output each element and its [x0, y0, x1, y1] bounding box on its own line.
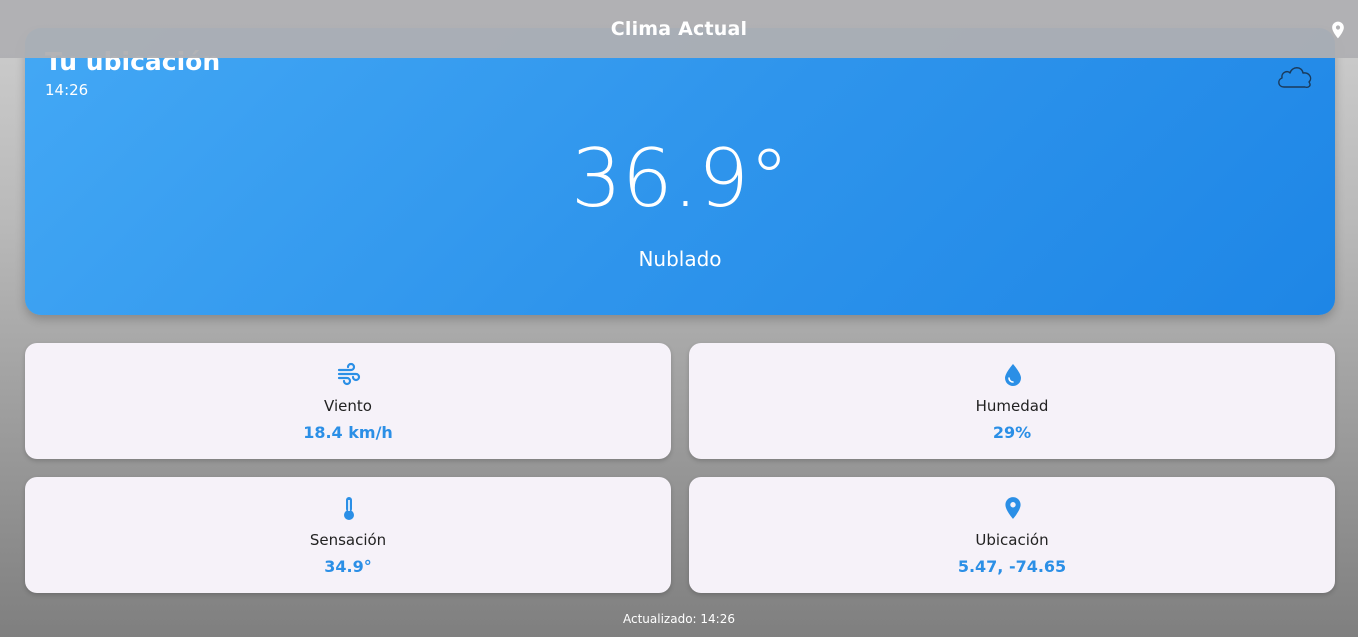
humidity-label: Humedad	[975, 397, 1049, 415]
cloud-icon	[1278, 67, 1312, 88]
thermometer-icon	[344, 497, 354, 520]
wind-label: Viento	[324, 397, 372, 415]
current-time: 14:26	[45, 81, 89, 99]
wind-card: Viento 18.4 km/h	[25, 343, 671, 459]
location-pin-icon	[1005, 497, 1021, 519]
last-updated: Actualizado: 14:26	[623, 612, 735, 626]
coordinates-value: 5.47, -74.65	[957, 557, 1067, 576]
feels-like-value: 34.9°	[324, 557, 372, 576]
feels-like-label: Sensación	[309, 531, 387, 549]
weather-condition: Nublado	[638, 247, 722, 271]
coordinates-card: Ubicación 5.47, -74.65	[689, 477, 1335, 593]
coordinates-label: Ubicación	[975, 531, 1049, 549]
current-weather-card: Tu ubicación 14:26 36.9° Nublado	[25, 28, 1335, 315]
humidity-card: Humedad 29%	[689, 343, 1335, 459]
wind-value: 18.4 km/h	[303, 423, 393, 442]
water-drop-icon	[1005, 364, 1021, 386]
app-title: Clima Actual	[610, 18, 748, 40]
wind-icon	[337, 362, 361, 386]
location-pin-icon[interactable]	[1328, 19, 1348, 41]
feels-like-card: Sensación 34.9°	[25, 477, 671, 593]
temperature-value: 36.9°	[570, 132, 790, 225]
humidity-value: 29%	[992, 423, 1032, 442]
app-bar: Clima Actual	[0, 0, 1358, 58]
